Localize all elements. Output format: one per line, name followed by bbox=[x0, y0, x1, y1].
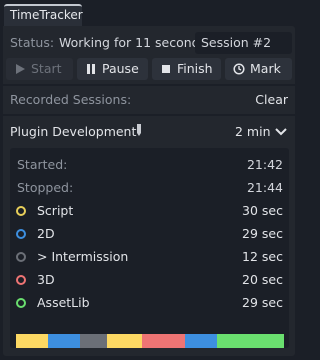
status-row: Status: Working for 11 seconds Session #… bbox=[3, 30, 295, 56]
session-name-field[interactable]: Session #2 bbox=[195, 32, 292, 54]
chevron-down-icon[interactable] bbox=[275, 127, 287, 137]
tab-bar: TimeTracker bbox=[0, 0, 298, 26]
stopped-time: 21:44 bbox=[246, 180, 283, 195]
mark-button[interactable]: Mark bbox=[225, 58, 292, 80]
divider bbox=[3, 84, 295, 86]
timeline-segment bbox=[16, 334, 49, 348]
timeline-segment bbox=[216, 334, 284, 348]
stopped-row: Stopped: 21:44 bbox=[10, 178, 289, 198]
clear-button[interactable]: Clear bbox=[255, 92, 288, 107]
session-name: Plugin Development bbox=[10, 124, 137, 139]
divider bbox=[3, 114, 295, 116]
pencil-icon[interactable] bbox=[134, 123, 144, 137]
stop-icon bbox=[162, 65, 170, 73]
pause-icon bbox=[87, 64, 95, 74]
start-button[interactable]: Start bbox=[6, 58, 73, 80]
circle-icon bbox=[16, 229, 26, 239]
timetracker-panel: Status: Working for 11 seconds Session #… bbox=[3, 26, 295, 356]
circle-icon bbox=[16, 275, 26, 285]
clock-icon bbox=[233, 63, 245, 75]
session-duration: 2 min bbox=[235, 124, 271, 139]
circle-icon bbox=[16, 206, 26, 216]
timeline-segment bbox=[107, 334, 142, 348]
tab-timetracker[interactable]: TimeTracker bbox=[4, 4, 83, 26]
category-row: > Intermission 12 sec bbox=[10, 247, 289, 267]
pause-button[interactable]: Pause bbox=[77, 58, 148, 80]
session-header[interactable]: Plugin Development 2 min bbox=[3, 124, 295, 148]
started-row: Started: 21:42 bbox=[10, 155, 289, 175]
started-label: Started: bbox=[17, 157, 68, 172]
circle-icon bbox=[16, 252, 26, 262]
category-row: Script 30 sec bbox=[10, 201, 289, 221]
finish-button[interactable]: Finish bbox=[152, 58, 221, 80]
status-label: Status: bbox=[10, 35, 55, 50]
status-value: Working for 11 seconds bbox=[59, 35, 207, 50]
stopped-label: Stopped: bbox=[17, 180, 74, 195]
timeline-segment bbox=[141, 334, 185, 348]
session-details: Started: 21:42 Stopped: 21:44 Script 30 … bbox=[10, 148, 289, 348]
play-icon bbox=[16, 64, 25, 74]
recorded-sessions-label: Recorded Sessions: bbox=[10, 92, 132, 107]
timeline-bar bbox=[16, 334, 284, 348]
timeline-segment bbox=[184, 334, 217, 348]
timeline-segment bbox=[80, 334, 108, 348]
category-row: 3D 20 sec bbox=[10, 270, 289, 290]
control-buttons: Start Pause Finish Mark bbox=[3, 58, 295, 80]
category-row: AssetLib 29 sec bbox=[10, 293, 289, 313]
started-time: 21:42 bbox=[246, 157, 283, 172]
circle-icon bbox=[16, 298, 26, 308]
timeline-segment bbox=[48, 334, 81, 348]
category-row: 2D 29 sec bbox=[10, 224, 289, 244]
